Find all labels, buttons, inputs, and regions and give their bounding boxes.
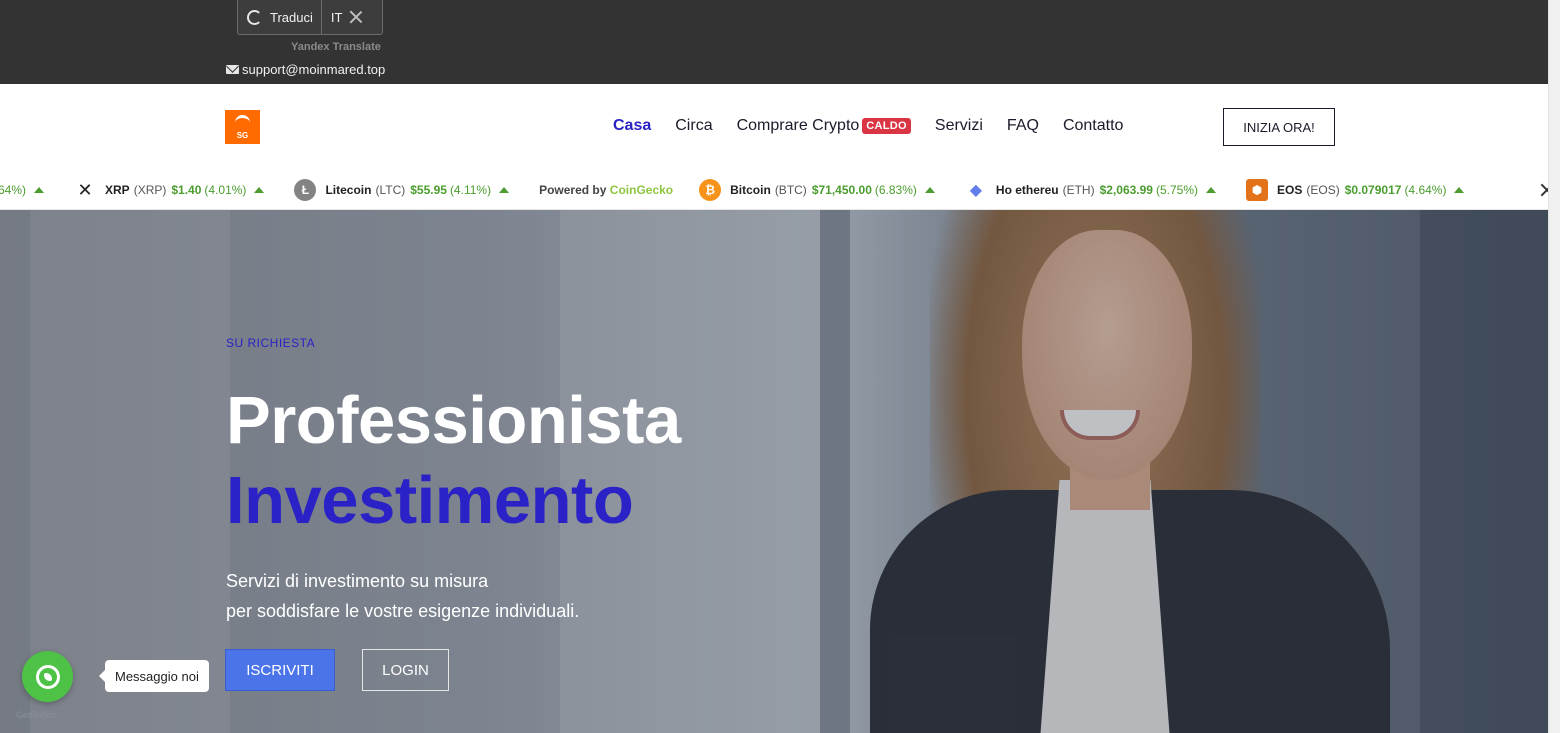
hero-section: SU RICHIESTA Professionista Investimento… (0, 210, 1548, 733)
ticker-track: 64%) ✕ XRP (XRP) $1.40 (4.01%) Ł Litecoi… (0, 170, 1494, 209)
ticker-name: Ho ethereu (995, 183, 1059, 197)
ticker-price: $71,450.00 (811, 183, 872, 197)
powered-by-label: Powered by (539, 183, 607, 197)
ticker-symbol: (XRP) (133, 183, 167, 197)
login-button[interactable]: LOGIN (362, 649, 449, 691)
ticker-item-litecoin[interactable]: Ł Litecoin (LTC) $55.95 (4.11%) (294, 179, 510, 201)
signup-button[interactable]: ISCRIVITI (225, 649, 335, 691)
ticker-item-eos[interactable]: ⬢ EOS (EOS) $0.079017 (4.64%) (1246, 179, 1465, 201)
translate-provider: Yandex Translate (291, 41, 381, 53)
top-bar: Traduci IT Yandex Translate support@moin… (0, 0, 1548, 84)
whatsapp-tooltip[interactable]: Messaggio noi (99, 660, 209, 692)
ticker-symbol: (EOS) (1306, 183, 1340, 197)
ticker-item-ethereum[interactable]: ◆ Ho ethereu (ETH) $2,063.99 (5.75%) (965, 179, 1217, 201)
bitcoin-icon: ₿ (699, 179, 722, 201)
up-arrow-icon (1454, 187, 1465, 193)
coingecko-link[interactable]: CoinGecko (610, 183, 673, 197)
hero-subtitle-line1: Servizi di investimento su misura (226, 571, 489, 591)
support-email[interactable]: support@moinmared.top (226, 62, 385, 77)
ticker-change: (6.83%) (874, 183, 917, 197)
hero-title-line2: Investimento (226, 463, 634, 538)
translate-button[interactable]: Traduci (238, 0, 322, 34)
ticker-symbol: (ETH) (1062, 183, 1095, 197)
whatsapp-icon (35, 664, 60, 689)
ticker-item-bitcoin[interactable]: ₿ Bitcoin (BTC) $71,450.00 (6.83%) (699, 179, 935, 201)
nav-item-faq[interactable]: FAQ (1007, 117, 1039, 135)
nav-item-casa[interactable]: Casa (613, 117, 651, 135)
start-now-button[interactable]: INIZIA ORA! (1223, 108, 1335, 146)
ticker-item-xrp[interactable]: ✕ XRP (XRP) $1.40 (4.01%) (74, 179, 265, 201)
ticker-symbol: (LTC) (375, 183, 406, 197)
xrp-icon: ✕ (77, 179, 93, 200)
ticker-name: XRP (105, 183, 130, 197)
nav-item-circa[interactable]: Circa (675, 117, 712, 135)
hero-subtitle-line2: per soddisfare le vostre esigenze indivi… (226, 601, 580, 621)
up-arrow-icon (499, 187, 510, 193)
getbutton-credit[interactable]: GetButton (16, 710, 57, 720)
ethereum-icon: ◆ (969, 182, 983, 199)
up-arrow-icon (1206, 187, 1217, 193)
nav-item-comprare-crypto-label: Comprare Crypto (736, 117, 860, 134)
hot-badge: CALDO (862, 118, 911, 134)
site-header: SG Casa Circa Comprare Crypto CALDO Serv… (0, 84, 1548, 170)
logo-bull-icon (235, 115, 250, 126)
translate-label: Traduci (270, 9, 313, 25)
envelope-icon (226, 65, 239, 74)
translate-widget[interactable]: Traduci IT (237, 0, 383, 35)
ticker-name: Bitcoin (730, 183, 771, 197)
ticker-price: $2,063.99 (1099, 183, 1153, 197)
powered-by-coingecko[interactable]: Powered by CoinGecko (539, 183, 673, 197)
translate-language[interactable]: IT (322, 10, 349, 25)
nav-item-comprare-crypto[interactable]: Comprare Crypto CALDO (737, 117, 911, 135)
hero-eyebrow: SU RICHIESTA (226, 336, 316, 350)
logo-text: SG (236, 131, 249, 140)
up-arrow-icon (34, 187, 45, 193)
hero-subtitle: Servizi di investimento su misura per so… (226, 566, 579, 626)
nav-item-servizi[interactable]: Servizi (935, 117, 983, 135)
ticker-change: (4.11%) (449, 183, 492, 197)
ticker-change: (5.75%) (1155, 183, 1199, 197)
page-scrollbar[interactable] (1548, 0, 1560, 733)
ticker-item-partial[interactable]: 64%) (0, 183, 45, 197)
ticker-name: EOS (1277, 183, 1303, 197)
nav-item-contatto[interactable]: Contatto (1063, 117, 1123, 135)
up-arrow-icon (924, 187, 935, 193)
ticker-change: 64%) (0, 183, 27, 197)
ticker-name: Litecoin (325, 183, 372, 197)
up-arrow-icon (254, 187, 265, 193)
ticker-price: $55.95 (410, 183, 447, 197)
eos-icon: ⬢ (1246, 179, 1269, 201)
crypto-ticker: 64%) ✕ XRP (XRP) $1.40 (4.01%) Ł Litecoi… (0, 170, 1560, 210)
ticker-change: (4.64%) (1404, 183, 1447, 197)
main-nav: Casa Circa Comprare Crypto CALDO Servizi… (613, 117, 1147, 135)
site-logo[interactable]: SG (225, 110, 260, 144)
support-email-text[interactable]: support@moinmared.top (242, 62, 385, 77)
hero-title-line1: Professionista (226, 383, 681, 458)
ticker-symbol: (BTC) (774, 183, 807, 197)
ticker-price: $1.40 (171, 183, 202, 197)
ticker-change: (4.01%) (204, 183, 247, 197)
ticker-price: $0.079017 (1344, 183, 1402, 197)
close-icon[interactable] (348, 9, 364, 25)
litecoin-icon: Ł (294, 179, 317, 201)
loading-spinner-icon (247, 9, 262, 25)
whatsapp-button[interactable] (22, 651, 73, 702)
